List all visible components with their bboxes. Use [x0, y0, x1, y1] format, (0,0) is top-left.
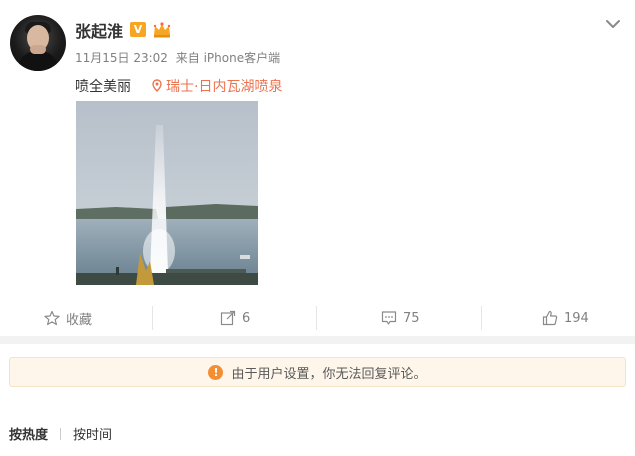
- avatar[interactable]: [10, 15, 66, 71]
- share-count: 6: [242, 310, 251, 326]
- divider: [481, 306, 482, 330]
- avatar-hands: [30, 45, 46, 54]
- location-pin-icon: [152, 79, 162, 92]
- favorite-button[interactable]: 收藏: [44, 308, 92, 328]
- like-button[interactable]: 194: [542, 308, 589, 328]
- reply-restricted-notice: ! 由于用户设置，你无法回复评论。: [9, 357, 626, 387]
- member-crown-icon: [152, 21, 172, 38]
- username[interactable]: 张起淮: [75, 18, 123, 42]
- sort-by-hot-tab[interactable]: 按热度: [9, 424, 48, 443]
- warning-icon: !: [208, 364, 224, 380]
- section-gap: [0, 336, 635, 344]
- post-timestamp[interactable]: 11月15日 23:02: [75, 51, 168, 65]
- favorite-label: 收藏: [66, 312, 93, 328]
- share-button[interactable]: 6: [220, 308, 250, 328]
- star-icon: [44, 310, 60, 326]
- comment-count: 75: [403, 310, 420, 326]
- verified-badge-icon: V: [130, 22, 146, 37]
- like-count: 194: [564, 310, 589, 326]
- divider: [152, 306, 153, 330]
- comment-icon: [381, 310, 397, 326]
- post-text: 喷全美丽: [75, 79, 131, 95]
- post-photo[interactable]: [76, 101, 258, 285]
- comment-button[interactable]: 75: [381, 308, 420, 328]
- divider: [60, 427, 62, 440]
- post-source: 来自 iPhone客户端: [175, 51, 281, 65]
- avatar-body: [18, 51, 58, 71]
- divider: [316, 306, 317, 330]
- thumbs-up-icon: [542, 310, 558, 326]
- post-meta: 11月15日 23:02 来自 iPhone客户端: [75, 49, 284, 66]
- location-label: 瑞士·日内瓦湖喷泉: [166, 79, 283, 95]
- sort-by-time-tab[interactable]: 按时间: [73, 424, 112, 443]
- comment-sort-bar: 按热度 按时间: [9, 424, 112, 443]
- share-icon: [220, 310, 236, 326]
- fountain-image: [76, 101, 258, 285]
- chevron-down-icon[interactable]: [604, 16, 622, 30]
- comment-preview-cropped: [0, 448, 635, 456]
- notice-text: 由于用户设置，你无法回复评论。: [231, 366, 427, 382]
- location-link[interactable]: 瑞士·日内瓦湖喷泉: [152, 76, 282, 96]
- action-bar: 收藏 6 75 194: [0, 300, 635, 336]
